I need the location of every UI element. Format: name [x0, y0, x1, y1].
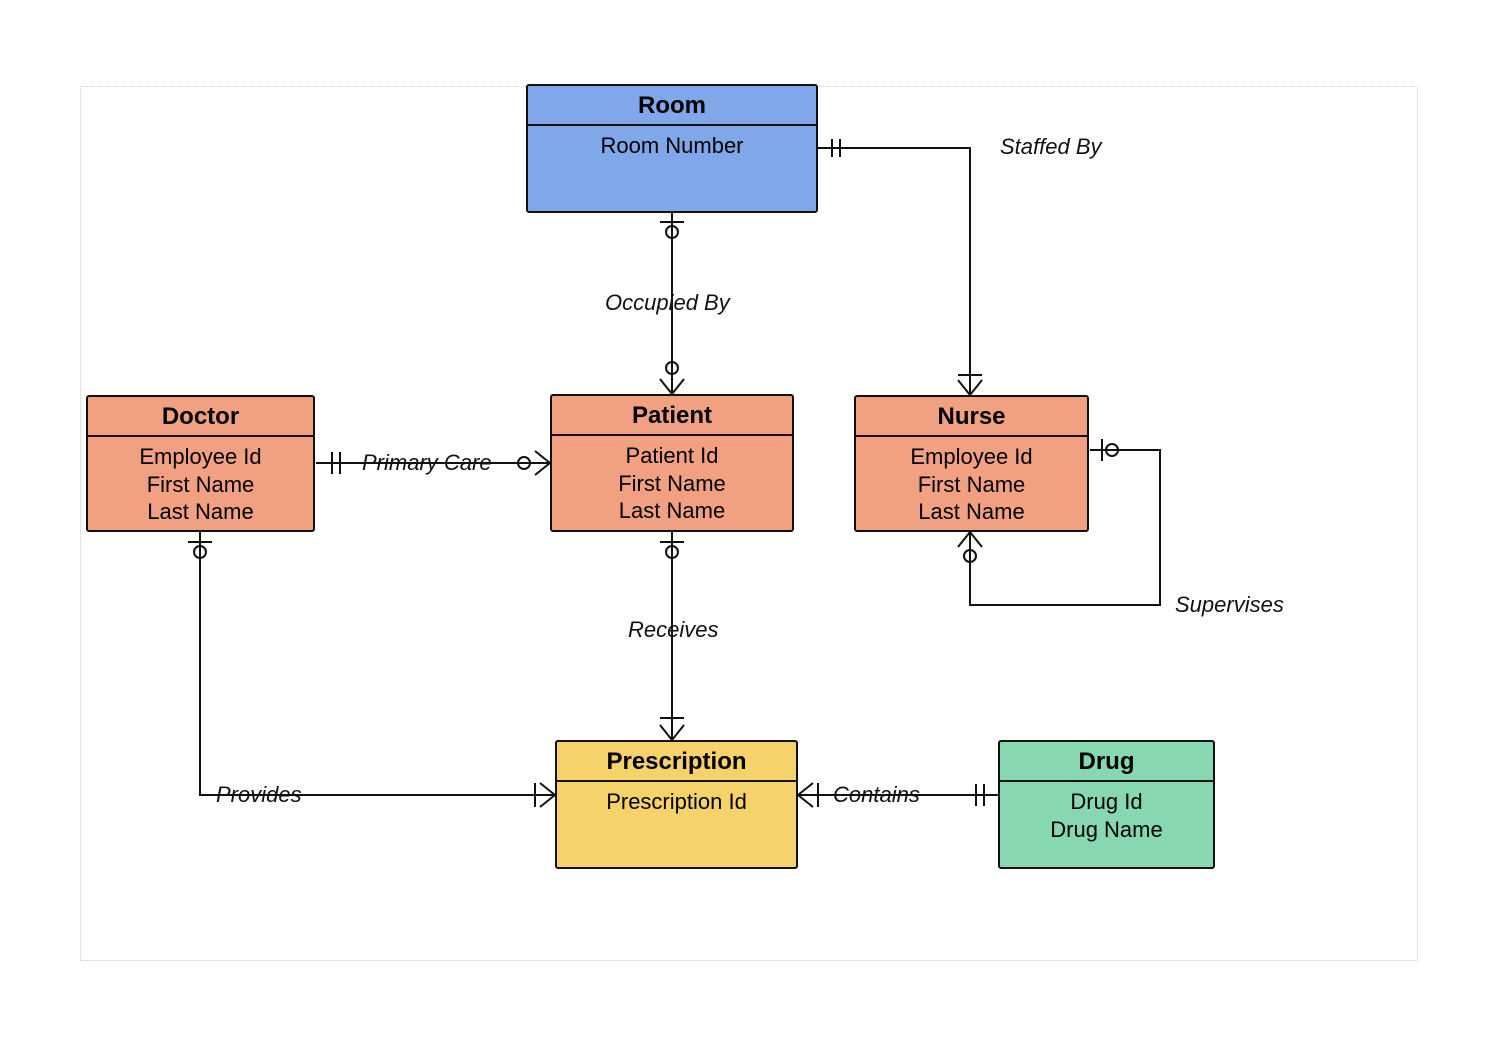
label-primary-care: Primary Care: [362, 450, 492, 476]
entity-title: Doctor: [88, 397, 313, 437]
entity-patient[interactable]: Patient Patient Id First Name Last Name: [550, 394, 794, 532]
label-supervises: Supervises: [1175, 592, 1284, 618]
attr: Room Number: [536, 132, 808, 160]
label-provides: Provides: [216, 782, 302, 808]
entity-attrs: Room Number: [528, 126, 816, 160]
label-contains: Contains: [833, 782, 920, 808]
attr: First Name: [560, 470, 784, 498]
entity-title: Room: [528, 86, 816, 126]
entity-attrs: Employee Id First Name Last Name: [856, 437, 1087, 526]
label-staffed-by: Staffed By: [1000, 134, 1102, 160]
entity-prescription[interactable]: Prescription Prescription Id: [555, 740, 798, 869]
attr: Employee Id: [864, 443, 1079, 471]
attr: Prescription Id: [565, 788, 788, 816]
attr: Last Name: [96, 498, 305, 526]
entity-nurse[interactable]: Nurse Employee Id First Name Last Name: [854, 395, 1089, 532]
entity-attrs: Drug Id Drug Name: [1000, 782, 1213, 843]
entity-title: Drug: [1000, 742, 1213, 782]
attr: Employee Id: [96, 443, 305, 471]
label-receives: Receives: [628, 617, 718, 643]
attr: Last Name: [560, 497, 784, 525]
entity-title: Patient: [552, 396, 792, 436]
attr: Drug Id: [1008, 788, 1205, 816]
attr: First Name: [864, 471, 1079, 499]
attr: First Name: [96, 471, 305, 499]
entity-doctor[interactable]: Doctor Employee Id First Name Last Name: [86, 395, 315, 532]
entity-title: Prescription: [557, 742, 796, 782]
entity-room[interactable]: Room Room Number: [526, 84, 818, 213]
entity-title: Nurse: [856, 397, 1087, 437]
entity-drug[interactable]: Drug Drug Id Drug Name: [998, 740, 1215, 869]
attr: Patient Id: [560, 442, 784, 470]
attr: Drug Name: [1008, 816, 1205, 844]
attr: Last Name: [864, 498, 1079, 526]
entity-attrs: Prescription Id: [557, 782, 796, 816]
entity-attrs: Patient Id First Name Last Name: [552, 436, 792, 525]
entity-attrs: Employee Id First Name Last Name: [88, 437, 313, 526]
label-occupied-by: Occupied By: [605, 290, 730, 316]
